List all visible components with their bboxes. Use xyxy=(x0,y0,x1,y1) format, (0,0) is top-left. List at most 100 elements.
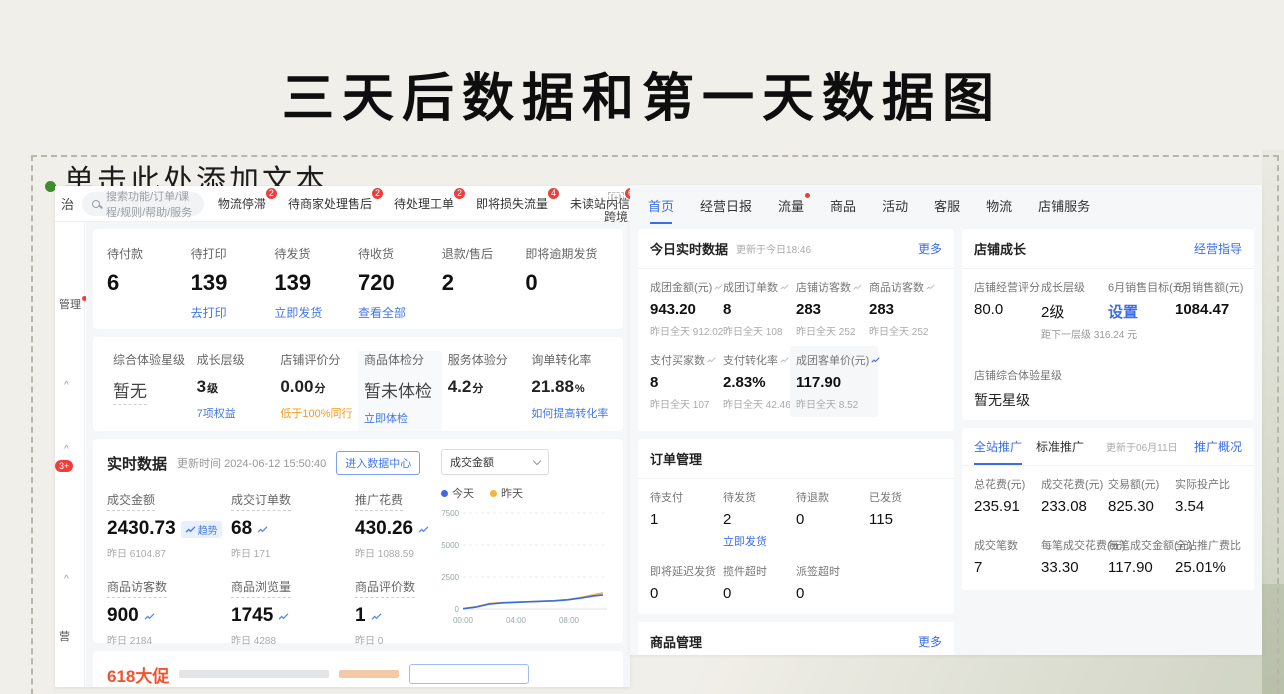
search-placeholder: 搜索功能/订单/课程/规则/帮助/服务 xyxy=(106,188,194,220)
metric-label: 即将逾期发货 xyxy=(525,245,609,262)
metric-value: 4.2 xyxy=(448,377,472,396)
more-link[interactable]: 更多 xyxy=(918,633,942,650)
trend-icon[interactable] xyxy=(278,612,289,621)
metric-value: 0 xyxy=(723,585,796,602)
trend-icon[interactable] xyxy=(371,612,382,621)
metric-value: 8 xyxy=(650,374,723,391)
metric-value: 0.00 xyxy=(280,377,313,396)
data-center-button[interactable]: 进入数据中心 xyxy=(336,451,420,475)
guidance-link[interactable]: 经营指导 xyxy=(1194,240,1242,257)
metric-pay-conversion: 支付转化率 2.83% 昨日全天 42.46% xyxy=(723,352,796,417)
improve-conversion-link[interactable]: 如何提高转化率 xyxy=(531,405,609,421)
metric-yesterday: 昨日全天 912.02 xyxy=(650,323,723,338)
metric-value: 7 xyxy=(974,559,1041,576)
promo-link-placeholder xyxy=(339,670,399,678)
red-dot xyxy=(805,193,810,198)
tab-shop-service[interactable]: 店铺服务 xyxy=(1038,196,1090,215)
ad-spend-per-deal: 每笔成交花费(元) 33.30 xyxy=(1041,537,1108,576)
store-score-card: 综合体验星级 暂无 成长层级 3级 7项权益 店铺评价分 0.00分 低于100… xyxy=(93,337,623,431)
star-label: 店铺综合体验星级 xyxy=(974,367,1242,383)
tab-logistics[interactable]: 物流 xyxy=(986,196,1012,215)
sidebar-item-fragment[interactable]: 营 xyxy=(59,628,70,644)
trend-icon[interactable] xyxy=(853,283,862,291)
more-link[interactable]: 更多 xyxy=(918,240,942,257)
trend-icon[interactable] xyxy=(714,283,723,291)
order-management-card: 订单管理 待支付 1 待发货 2 立即发货 xyxy=(638,439,954,614)
chart-metric-select[interactable]: 成交金额 xyxy=(441,449,549,475)
todo-pending-receive: 待收货 720 查看全部 xyxy=(358,245,442,329)
trend-badge[interactable]: 趋势 xyxy=(181,521,222,538)
rights-link[interactable]: 7项权益 xyxy=(197,405,275,421)
metric-value: 115 xyxy=(869,511,942,528)
trend-icon[interactable] xyxy=(871,356,880,364)
tab-service[interactable]: 客服 xyxy=(934,196,960,215)
check-now-link[interactable]: 立即体检 xyxy=(364,410,442,426)
metric-label: 商品浏览量 xyxy=(231,578,291,598)
chevron-up-icon[interactable]: ^ xyxy=(64,444,69,455)
trend-icon[interactable] xyxy=(926,283,935,291)
realtime-chart-panel: 成交金额 今天 昨天 7500 5000 2500 0 00:00 xyxy=(441,449,613,634)
metric-pageviews: 商品浏览量 1745 昨日 4288 xyxy=(231,578,355,647)
chart-legend: 今天 昨天 xyxy=(441,485,613,501)
trend-icon[interactable] xyxy=(780,356,789,364)
tab-home[interactable]: 首页 xyxy=(648,196,674,215)
trend-icon[interactable] xyxy=(257,525,268,534)
metric-yesterday: 昨日全天 107 xyxy=(650,396,723,411)
promo-overview-link[interactable]: 推广概况 xyxy=(1194,438,1242,455)
add-widget-icon[interactable]: [+] xyxy=(608,192,624,204)
trend-icon[interactable] xyxy=(780,283,789,291)
ship-now-link[interactable]: 立即发货 xyxy=(274,304,358,321)
tab-goods[interactable]: 商品 xyxy=(830,196,856,215)
tab-standard-promo[interactable]: 标准推广 xyxy=(1036,438,1084,455)
trend-icon[interactable] xyxy=(707,356,716,364)
nav-logistics-stalled[interactable]: 物流停滞 2 xyxy=(218,195,266,212)
metric-label: 待收货 xyxy=(358,245,442,262)
svg-text:7500: 7500 xyxy=(441,509,459,518)
card-title: 实时数据 xyxy=(107,453,167,474)
tab-activity[interactable]: 活动 xyxy=(882,196,908,215)
metric-value: 2430.73 xyxy=(107,518,176,540)
ad-gmv: 交易额(元) 825.30 xyxy=(1108,476,1175,515)
promo-button[interactable] xyxy=(409,664,529,684)
badge: 2 xyxy=(266,188,277,199)
card-title: 店铺成长 xyxy=(974,239,1026,258)
metric-value: 3.54 xyxy=(1175,498,1242,515)
realtime-data-card: 实时数据 更新时间 2024-06-12 15:50:40 进入数据中心 成交金… xyxy=(93,439,623,643)
set-target-link[interactable]: 设置 xyxy=(1108,301,1175,322)
metric-value: 139 xyxy=(274,270,358,296)
realtime-chart: 7500 5000 2500 0 00:00 04:00 08:00 xyxy=(441,503,613,629)
promo-618-banner[interactable]: 618大促 xyxy=(93,651,623,687)
chevron-up-icon[interactable]: ^ xyxy=(64,574,69,585)
metric-value: 2 xyxy=(723,511,796,528)
metric-yesterday: 昨日 2184 xyxy=(107,632,231,647)
left-topbar: 治 搜索功能/订单/课程/规则/帮助/服务 物流停滞 2 待商家处理售后 2 待… xyxy=(55,186,630,222)
promotion-card: 全站推广 标准推广 更新于06月11日 推广概况 总花费(元) 235.91 成… xyxy=(962,428,1254,590)
trend-icon[interactable] xyxy=(418,525,429,534)
metric-paying-buyers: 支付买家数 8 昨日全天 107 xyxy=(650,352,723,417)
tab-sitewide-promo[interactable]: 全站推广 xyxy=(974,438,1022,455)
nav-pending-aftersale[interactable]: 待商家处理售后 2 xyxy=(288,195,372,212)
metric-value: 25.01% xyxy=(1175,559,1242,576)
ship-now-link[interactable]: 立即发货 xyxy=(723,533,796,549)
legend-yesterday[interactable]: 昨天 xyxy=(490,485,523,501)
metric-value: 暂未体检 xyxy=(364,377,442,402)
score-service-exp: 服务体验分 4.2分 xyxy=(442,351,526,431)
tab-daily-report[interactable]: 经营日报 xyxy=(700,196,752,215)
topbar-nav: 物流停滞 2 待商家处理售后 2 待处理工单 2 即将损失流量 4 未读站内信 … xyxy=(218,195,630,212)
metric-yesterday: 昨日全天 252 xyxy=(869,323,942,338)
tab-traffic[interactable]: 流量 xyxy=(778,196,804,215)
sidebar-item-manage[interactable]: 管理 xyxy=(59,296,87,312)
nav-pending-ticket[interactable]: 待处理工单 2 xyxy=(394,195,454,212)
metric-value: 0 xyxy=(525,270,609,296)
star-value: 暂无星级 xyxy=(974,390,1242,410)
metric-shop-visitors: 店铺访客数 283 昨日全天 252 xyxy=(796,279,869,338)
metric-value: 33.30 xyxy=(1041,559,1108,576)
go-print-link[interactable]: 去打印 xyxy=(191,304,275,321)
legend-today[interactable]: 今天 xyxy=(441,485,474,501)
search-input[interactable]: 搜索功能/订单/课程/规则/帮助/服务 xyxy=(82,192,204,216)
legend-dot-yesterday xyxy=(490,490,497,497)
nav-losing-traffic[interactable]: 即将损失流量 4 xyxy=(476,195,548,212)
chevron-up-icon[interactable]: ^ xyxy=(64,380,69,391)
view-all-link[interactable]: 查看全部 xyxy=(358,304,442,321)
trend-icon[interactable] xyxy=(144,612,155,621)
